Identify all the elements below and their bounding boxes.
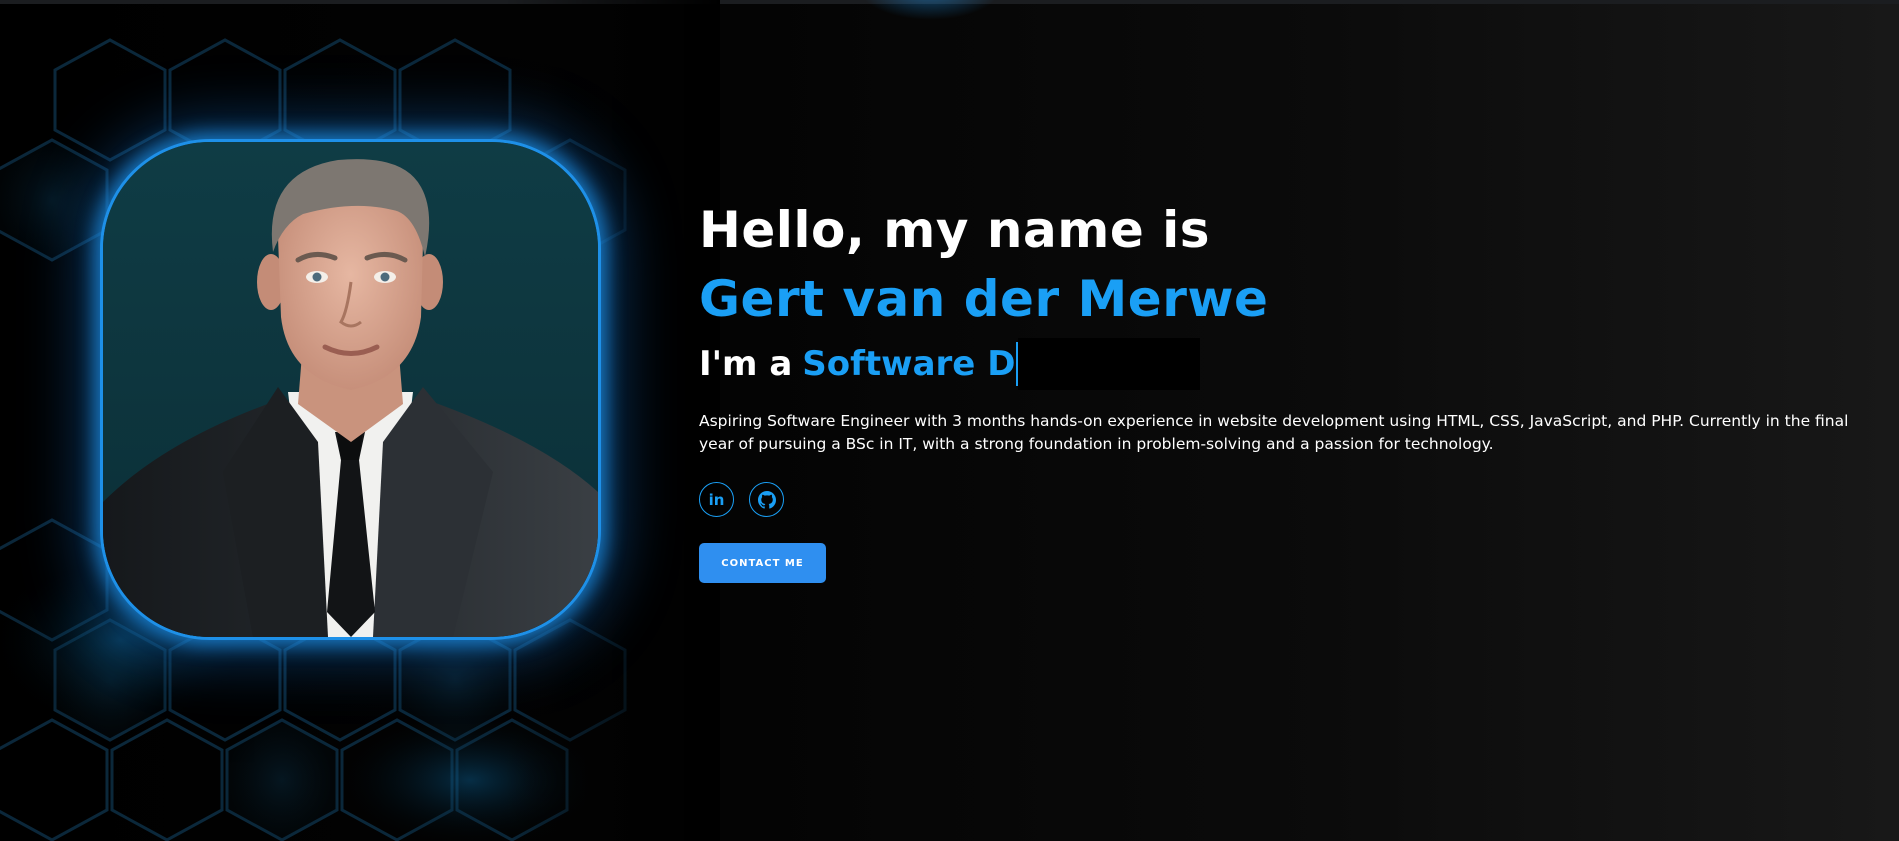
hero-content: Hello, my name is Gert van der Merwe I'm… <box>699 200 1879 583</box>
top-glow <box>860 0 1000 20</box>
bio-paragraph: Aspiring Software Engineer with 3 months… <box>699 412 1849 453</box>
social-links: in <box>699 482 1879 517</box>
profile-photo <box>100 139 601 640</box>
hero-page: Hello, my name is Gert van der Merwe I'm… <box>0 0 1899 841</box>
contact-me-button[interactable]: CONTACT ME <box>699 543 826 583</box>
typing-mask <box>1018 338 1201 390</box>
person-portrait-icon <box>103 142 598 637</box>
role-typewriter: I'm a Software D <box>699 338 1879 390</box>
linkedin-link[interactable]: in <box>699 482 734 517</box>
greeting-heading: Hello, my name is <box>699 201 1211 259</box>
name-heading: Gert van der Merwe <box>699 270 1269 328</box>
github-icon <box>757 490 776 509</box>
role-prefix: I'm a <box>699 344 793 384</box>
github-link[interactable] <box>749 482 784 517</box>
role-typed-text: Software D <box>802 344 1016 384</box>
linkedin-icon: in <box>708 490 725 509</box>
